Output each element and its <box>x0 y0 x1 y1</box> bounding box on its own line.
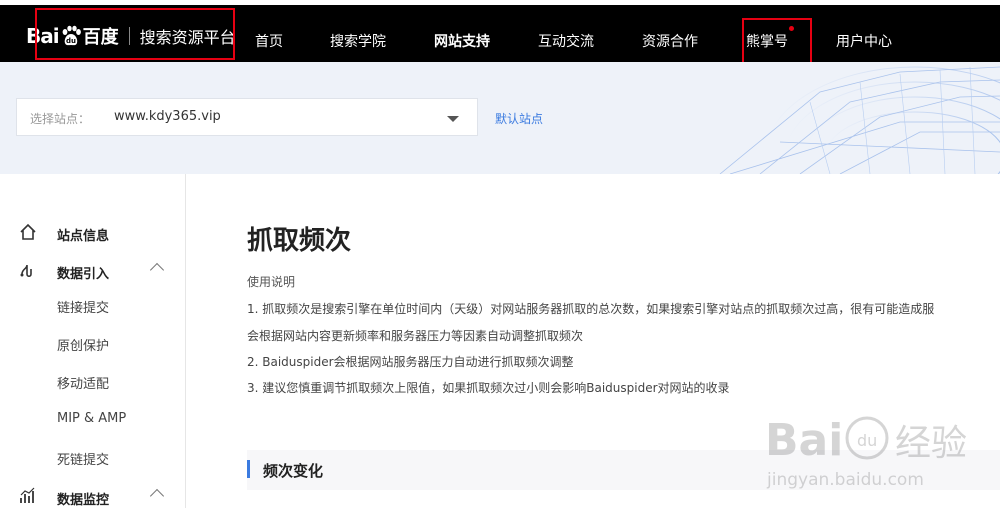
site-select-label: 选择站点： <box>30 112 91 126</box>
chevron-down-icon[interactable] <box>447 116 459 122</box>
sidebar-subitem-mobile-adapt[interactable]: 移动适配 <box>57 373 109 392</box>
chevron-up-icon[interactable] <box>149 262 165 278</box>
data-import-icon <box>20 264 32 278</box>
usage-title: 使用说明 <box>247 275 296 289</box>
svg-text:经验: 经验 <box>895 423 967 464</box>
nav-academy[interactable]: 搜索学院 <box>330 31 386 51</box>
page-title: 抓取频次 <box>247 226 352 256</box>
usage-line-1: 1. 抓取频次是搜索引擎在单位时间内（天级）对网站服务器抓取的总次数，如果搜索引… <box>247 302 935 316</box>
usage-line-3: 3. 建议您慎重调节抓取频次上限值，如果抓取频次过小则会影响Baiduspide… <box>247 381 730 395</box>
baidu-jingyan-watermark: Bai du 经验 jingyan.baidu.com <box>765 415 967 490</box>
nav-site-support[interactable]: 网站支持 <box>434 31 490 51</box>
sidebar-subitem-link-submit[interactable]: 链接提交 <box>57 297 109 316</box>
sidebar-item-site-info[interactable]: 站点信息 <box>0 222 186 246</box>
sidebar-subitem-original-protection[interactable]: 原创保护 <box>57 335 109 354</box>
site-select-value: www.kdy365.vip <box>114 109 221 124</box>
sidebar: 站点信息 数据引入 链接提交 原创保护 移动适配 MIP & AMP 死链提交 … <box>0 174 186 508</box>
globe-network-graphic <box>719 66 1000 174</box>
svg-text:Bai: Bai <box>765 415 843 466</box>
nav-home[interactable]: 首页 <box>255 31 283 51</box>
chart-icon <box>20 487 35 503</box>
site-banner: 选择站点： www.kdy365.vip 默认站点 <box>0 62 1000 174</box>
sidebar-subitem-dead-link[interactable]: 死链提交 <box>57 449 109 468</box>
svg-text:du: du <box>857 431 877 450</box>
sidebar-item-data-monitor[interactable]: 数据监控 <box>0 486 186 510</box>
section-title: 频次变化 <box>263 462 324 480</box>
nav-user-center[interactable]: 用户中心 <box>836 31 892 51</box>
sidebar-item-label: 站点信息 <box>57 229 110 244</box>
sidebar-item-data-import[interactable]: 数据引入 <box>0 260 186 284</box>
sidebar-item-label: 数据监控 <box>57 493 110 508</box>
annotation-box-xiongzhang <box>742 18 812 68</box>
usage-line-1b: 会根据网站内容更新频率和服务器压力等因素自动调整抓取频次 <box>247 329 584 343</box>
nav-community[interactable]: 互动交流 <box>538 31 594 51</box>
annotation-box-logo <box>35 8 235 60</box>
sidebar-item-label: 数据引入 <box>57 267 110 282</box>
sidebar-subitem-mip-amp[interactable]: MIP & AMP <box>57 411 126 426</box>
site-select-dropdown[interactable]: 选择站点： www.kdy365.vip <box>16 98 478 136</box>
nav-cooperation[interactable]: 资源合作 <box>642 31 698 51</box>
chevron-up-icon[interactable] <box>149 488 165 504</box>
section-accent-bar <box>247 460 250 478</box>
svg-text:jingyan.baidu.com: jingyan.baidu.com <box>766 470 924 490</box>
default-site-link[interactable]: 默认站点 <box>495 110 543 127</box>
usage-line-2: 2. Baiduspider会根据网站服务器压力自动进行抓取频次调整 <box>247 355 574 369</box>
home-icon <box>20 223 36 240</box>
